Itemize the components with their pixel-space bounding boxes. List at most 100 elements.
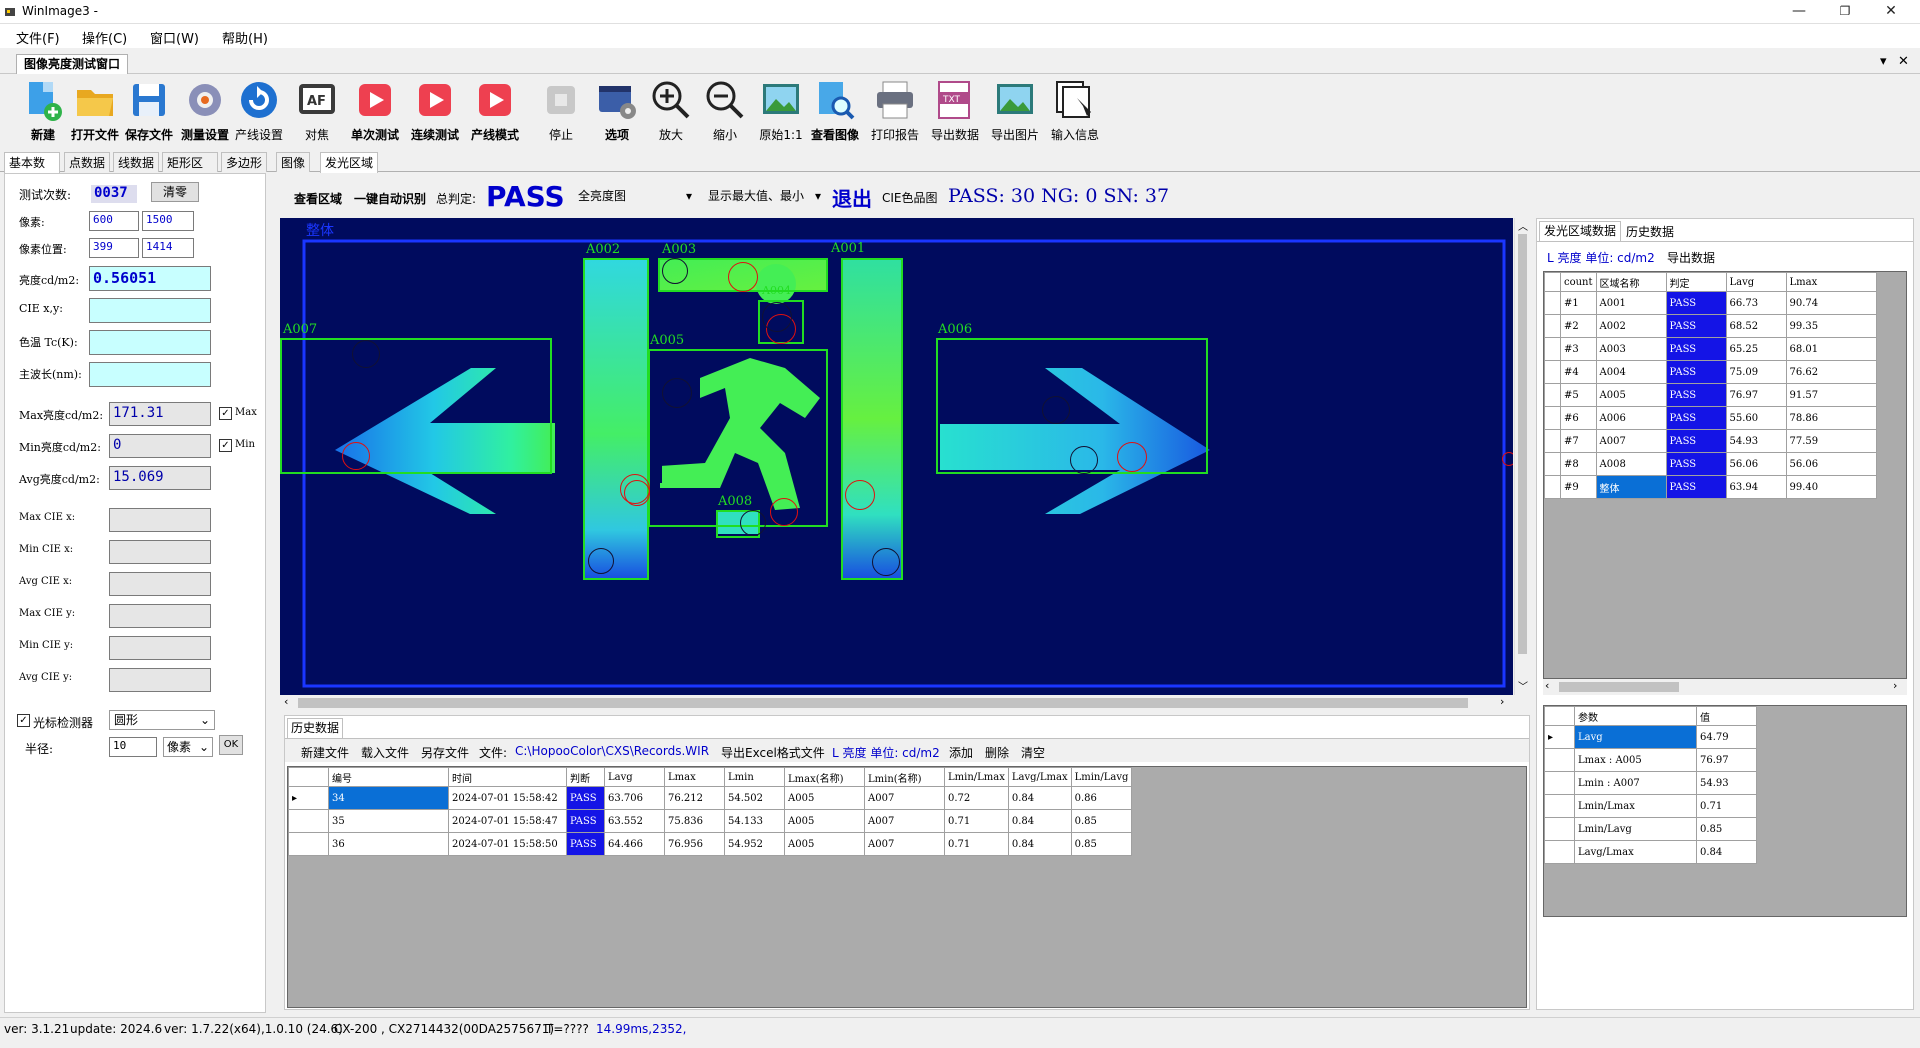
cursor-crosshair-icon[interactable] [1502,452,1513,466]
pos-x-field[interactable]: 399 [89,238,139,258]
table-row[interactable]: #1 A001 PASS 66.73 90.74 [1544,291,1877,315]
tab-rect-region[interactable]: 矩形区域 [162,152,218,190]
tab-point-data[interactable]: 点数据 [64,152,110,172]
scroll-up-icon[interactable]: ︿ [1518,218,1528,233]
table-row[interactable]: Lmin/Lavg 0.85 [1544,817,1757,841]
doc-tab-brightness[interactable]: 图像亮度测试窗口 [16,54,128,74]
region-column-header[interactable]: Lavg [1725,272,1787,292]
table-row[interactable]: Lmin : A007 54.93 [1544,771,1757,795]
table-row[interactable]: #4 A004 PASS 75.09 76.62 [1544,360,1877,384]
tab-history[interactable]: 历史数据 [287,718,343,738]
table-row[interactable]: ▸ 34 2024-07-01 15:58:42 PASS 63.706 76.212 54… [288,786,1133,810]
table-row[interactable]: #8 A008 PASS 56.06 56.06 [1544,452,1877,476]
history-column-header[interactable]: Lmax(名称) [784,767,865,787]
save-as-button[interactable]: 另存文件 [421,744,469,761]
load-file-button[interactable]: 载入文件 [361,744,409,761]
history-column-header[interactable]: 时间 [448,767,567,787]
tab-line-data[interactable]: 线数据 [113,152,159,172]
params-column-header[interactable]: 参数 [1574,706,1697,726]
history-column-header[interactable]: Lavg/Lmax [1007,767,1072,787]
region-grid-scroll-thumb[interactable] [1559,682,1679,692]
cursor-shape-select[interactable]: 圆形 ⌄ [109,710,215,730]
toolbar-input-info-button[interactable]: 输入信息 [1046,78,1104,148]
history-column-header[interactable]: Lmin/Lmax [944,767,1009,787]
history-column-header[interactable]: Lavg [604,767,665,787]
close-button[interactable]: ✕ [1868,0,1914,24]
region-column-header[interactable]: count [1560,272,1597,292]
table-row[interactable]: #2 A002 PASS 68.52 99.35 [1544,314,1877,338]
clear-button[interactable]: 清零 [151,182,199,202]
image-mode-select[interactable]: 全亮度图 ▾ [578,186,698,206]
tab-right-history[interactable]: 历史数据 [1623,223,1677,241]
min-checkbox[interactable]: ✓ [219,439,232,452]
delete-button[interactable]: 删除 [985,744,1009,761]
params-column-header[interactable]: 值 [1696,706,1757,726]
region-box-a007[interactable] [280,338,552,474]
table-row[interactable]: #9 整体 PASS 63.94 99.40 [1544,475,1877,499]
table-row[interactable]: ▸ Lavg 64.79 [1544,725,1757,749]
image-vertical-scrollbar[interactable]: ︿ ﹀ [1514,218,1530,695]
tab-luminous-region[interactable]: 发光区域 [320,152,378,173]
radius-field[interactable]: 10 [109,737,157,757]
menu-help[interactable]: 帮助(H) [222,28,268,47]
doc-menu-arrow-icon[interactable]: ▾ [1880,54,1887,69]
history-column-header[interactable]: Lmin(名称) [864,767,945,787]
table-row[interactable]: #6 A006 PASS 55.60 78.86 [1544,406,1877,430]
scroll-down-icon[interactable]: ﹀ [1518,678,1528,693]
horizontal-scroll-thumb[interactable] [298,698,1468,708]
add-button[interactable]: 添加 [949,744,973,761]
image-horizontal-scrollbar[interactable]: ‹ › [280,695,1512,711]
clear-history-button[interactable]: 清空 [1021,744,1045,761]
history-column-header[interactable]: Lmax [664,767,725,787]
table-row[interactable]: #7 A007 PASS 54.93 77.59 [1544,429,1877,453]
cie-chart-button[interactable]: CIE色品图 [882,189,938,206]
scroll-left-icon[interactable]: ‹ [284,695,288,708]
history-column-header[interactable]: Lmin [724,767,785,787]
region-box-a001[interactable] [841,258,903,580]
history-column-header[interactable]: 编号 [328,767,449,787]
table-row[interactable]: Lmax : A005 76.97 [1544,748,1757,772]
history-column-header[interactable]: Lmin/Lavg [1070,767,1133,787]
auto-detect-button[interactable]: 一键自动识别 [354,190,426,207]
minimize-button[interactable]: — [1776,0,1822,24]
right-export-button[interactable]: 导出数据 [1667,249,1715,266]
scroll-right-icon[interactable]: › [1500,695,1504,708]
new-file-button[interactable]: 新建文件 [301,744,349,761]
table-row[interactable]: #5 A005 PASS 76.97 91.57 [1544,383,1877,407]
tab-polygon[interactable]: 多边形 [221,152,267,172]
table-row[interactable]: Lmin/Lmax 0.71 [1544,794,1757,818]
doc-close-icon[interactable]: ✕ [1898,54,1909,69]
table-row[interactable]: 35 2024-07-01 15:58:47 PASS 63.552 75.836 54.… [288,809,1133,833]
toolbar-play-button[interactable]: 产线模式 [466,78,524,148]
export-excel-button[interactable]: 导出Excel格式文件 [721,744,825,761]
table-row[interactable]: #3 A003 PASS 65.25 68.01 [1544,337,1877,361]
pixel-height-field[interactable]: 1500 [142,211,194,231]
table-row[interactable]: Lavg/Lmax 0.84 [1544,840,1757,864]
region-column-header[interactable]: Lmax [1785,272,1877,292]
pixel-width-field[interactable]: 600 [89,211,139,231]
max-checkbox[interactable]: ✓ [219,407,232,420]
menu-file[interactable]: 文件(F) [16,28,60,47]
history-column-header[interactable]: 判断 [566,767,605,787]
region-column-header[interactable]: 判定 [1665,272,1727,292]
tab-image[interactable]: 图像 [276,152,310,172]
tab-basic-data[interactable]: 基本数据 [4,152,60,190]
menu-window[interactable]: 窗口(W) [150,28,199,47]
vertical-scroll-thumb[interactable] [1518,234,1527,654]
table-row[interactable]: 36 2024-07-01 15:58:50 PASS 64.466 76.956 54.… [288,832,1133,856]
region-box-a002[interactable] [583,258,649,580]
scroll-left-icon[interactable]: ‹ [1545,679,1549,692]
scroll-right-icon[interactable]: › [1893,679,1897,692]
radius-unit-select[interactable]: 像素 ⌄ [163,737,213,757]
cursor-detector-checkbox[interactable]: ✓ [17,714,30,727]
luminance-image[interactable]: 整体 A001 A002 A003 A004 A005 A006 A007 A0… [280,218,1513,695]
region-grid-hscrollbar[interactable]: ‹ › [1543,679,1907,695]
region-column-header[interactable]: 区域名称 [1595,272,1667,292]
view-region-button[interactable]: 查看区域 [294,190,342,207]
tab-region-data[interactable]: 发光区域数据 [1539,221,1621,241]
exit-button[interactable]: 退出 [832,183,872,212]
pos-y-field[interactable]: 1414 [142,238,194,258]
ok-button[interactable]: OK [219,735,243,755]
maximize-button[interactable]: ❐ [1822,0,1868,24]
menu-operate[interactable]: 操作(C) [82,28,127,47]
